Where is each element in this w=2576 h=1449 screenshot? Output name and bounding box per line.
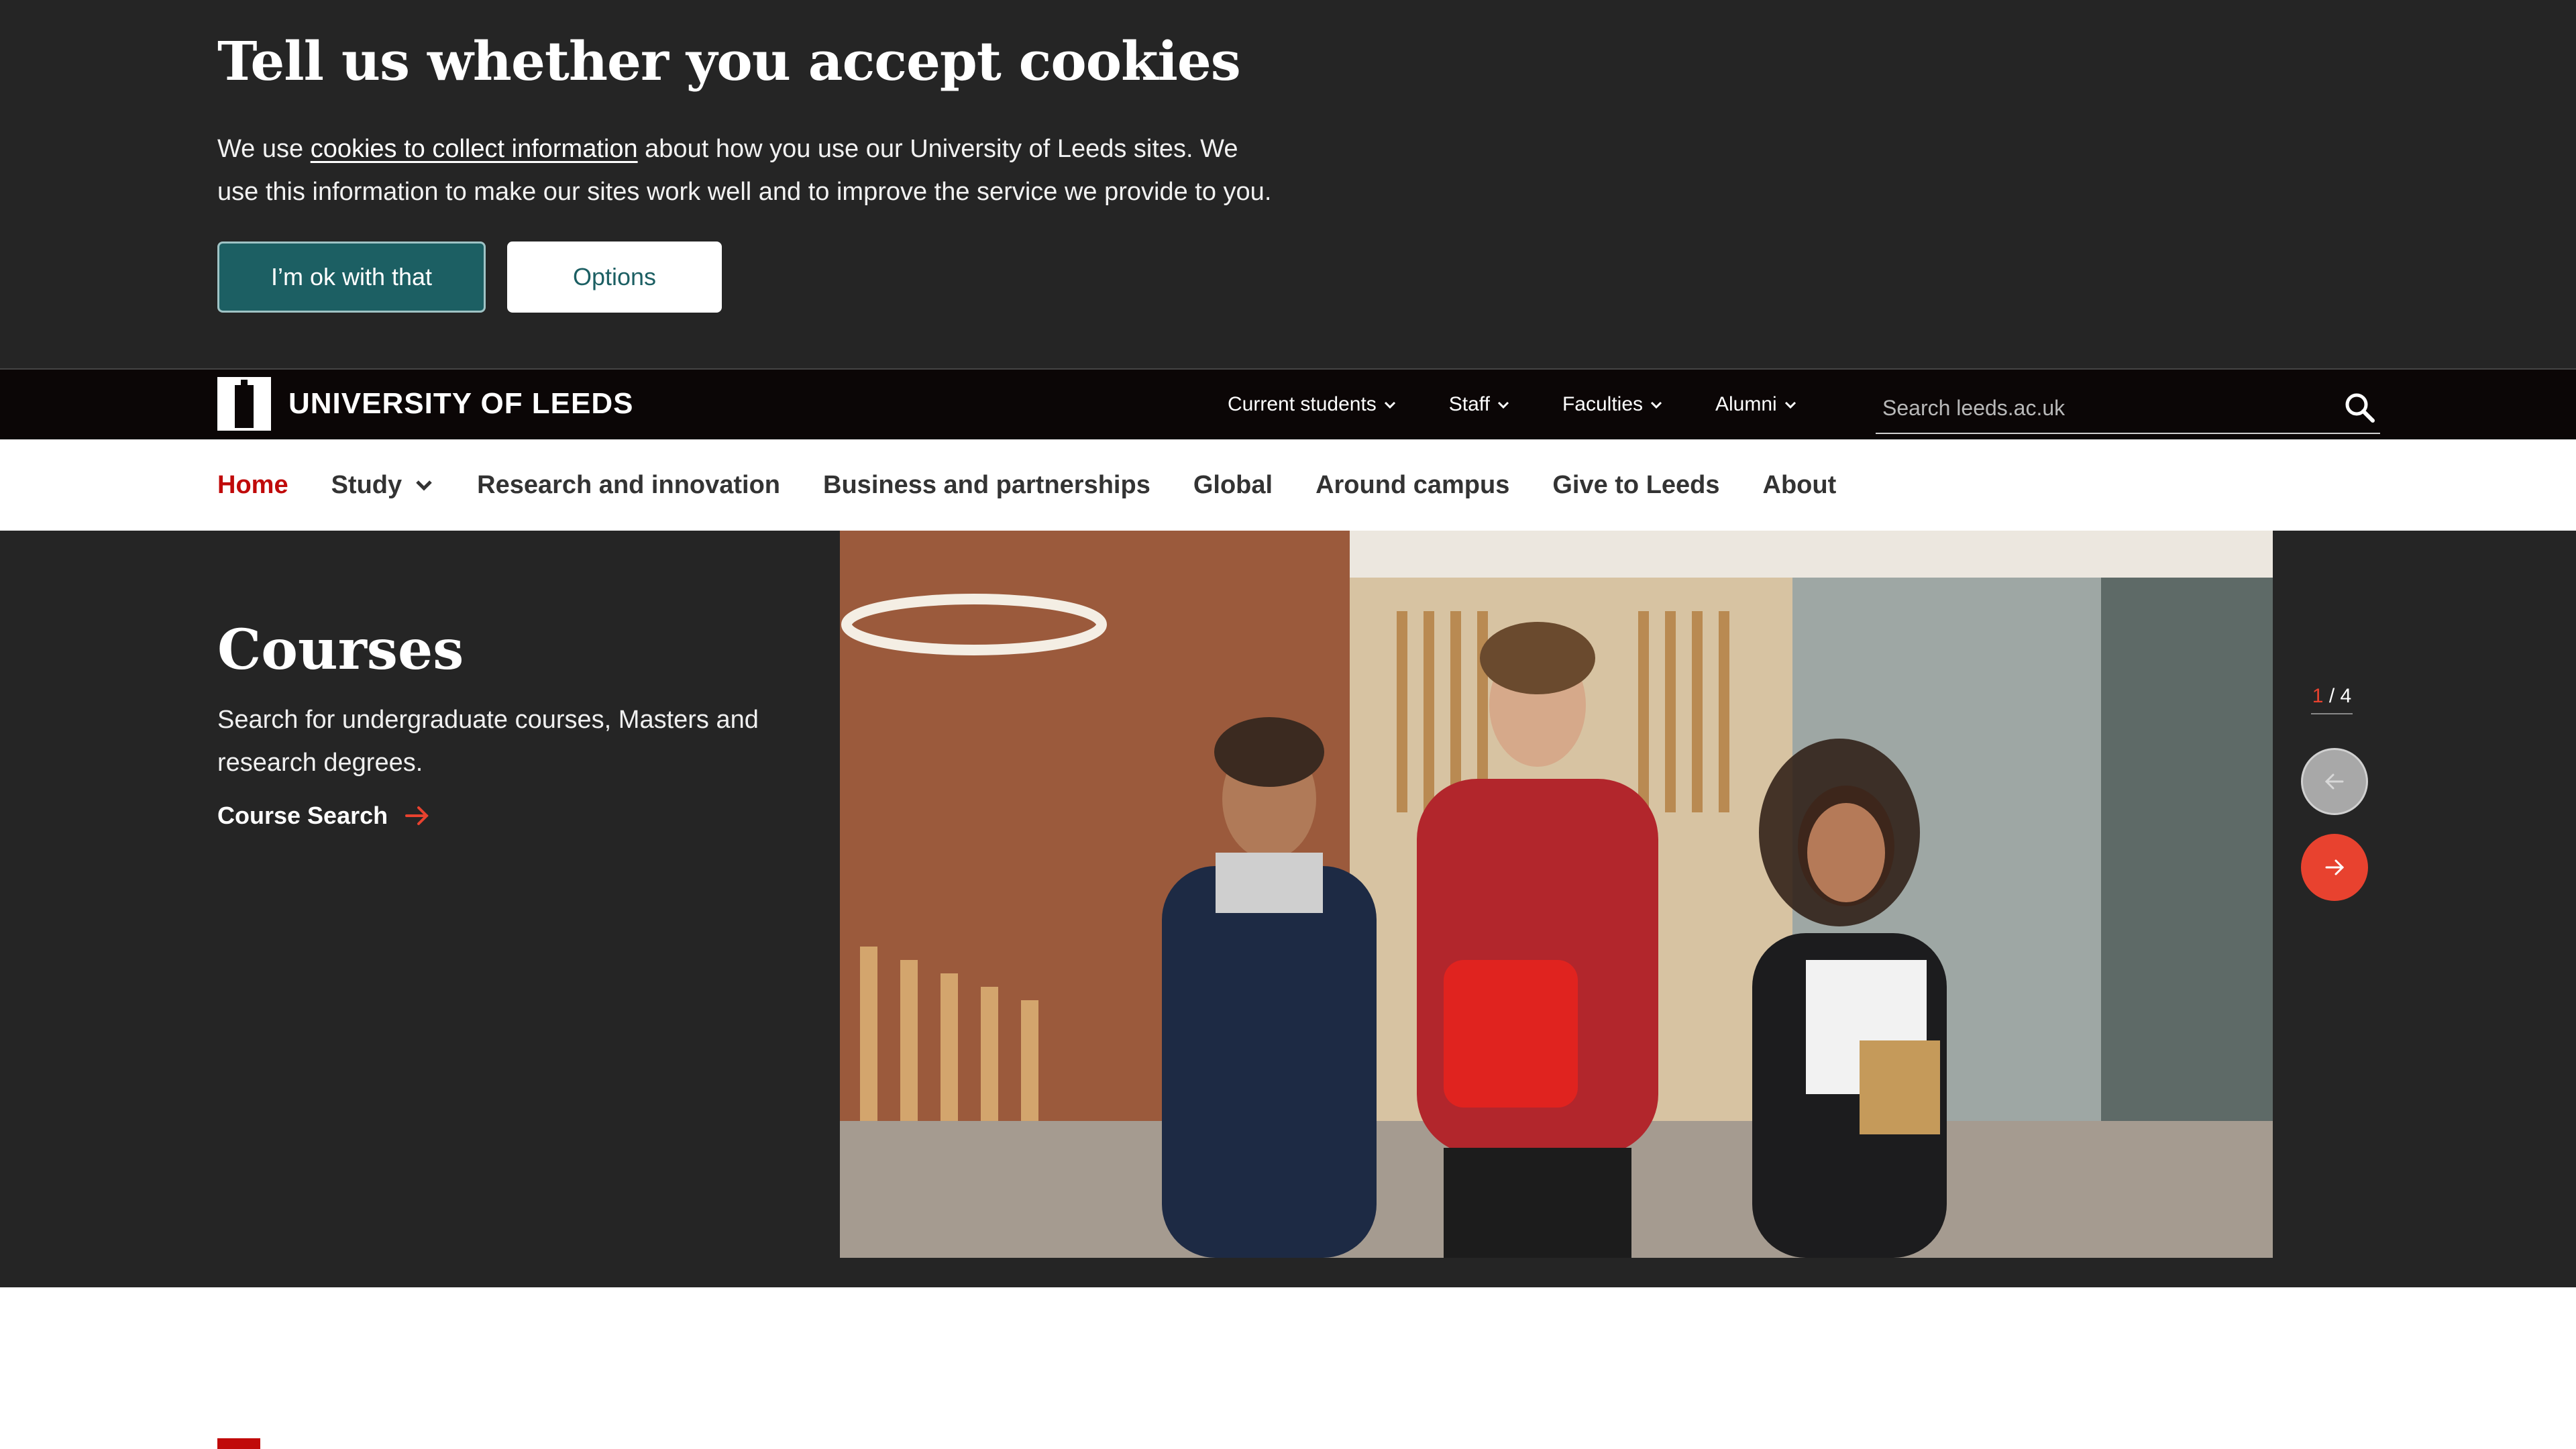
main-nav-list: Home Study Research and innovation Busin…	[217, 439, 1836, 531]
utility-item-label: Staff	[1448, 393, 1490, 415]
hero-title: Courses	[217, 618, 464, 682]
hero-description: Search for undergraduate courses, Master…	[217, 706, 759, 777]
utility-item-staff[interactable]: Staff	[1449, 393, 1510, 416]
logo-text: UNIVERSITY OF LEEDS	[288, 387, 634, 420]
utility-item-alumni[interactable]: Alumni	[1715, 393, 1797, 416]
nav-item-global[interactable]: Global	[1193, 471, 1273, 500]
cookie-banner: Tell us whether you accept cookies We us…	[0, 0, 2576, 368]
search-input[interactable]	[1876, 388, 2340, 428]
carousel-next-button[interactable]	[2301, 834, 2368, 901]
accept-cookies-button[interactable]: I’m ok with that	[217, 241, 486, 313]
course-search-label: Course Search	[217, 802, 388, 829]
chevron-down-icon	[1650, 401, 1662, 409]
nav-item-business[interactable]: Business and partnerships	[823, 471, 1150, 500]
cookie-banner-title: Tell us whether you accept cookies	[217, 30, 1241, 93]
pager-current: 1	[2312, 685, 2324, 707]
chevron-down-icon	[1384, 401, 1395, 409]
nav-item-about[interactable]: About	[1763, 471, 1837, 500]
arrow-right-icon	[2325, 859, 2345, 875]
utility-nav: Current students Staff Faculties Alumni	[1228, 370, 1797, 439]
utility-item-faculties[interactable]: Faculties	[1562, 393, 1663, 416]
search-button[interactable]	[2340, 388, 2380, 428]
carousel-prev-button[interactable]	[2301, 748, 2368, 815]
hero-image-students	[840, 531, 2273, 1258]
university-logo[interactable]: UNIVERSITY OF LEEDS	[217, 376, 634, 431]
carousel-pager: 1 / 4	[2311, 685, 2353, 714]
cookie-text-before: We use	[217, 135, 311, 163]
main-nav: Home Study Research and innovation Busin…	[0, 439, 2576, 531]
hero-carousel: Courses Search for undergraduate courses…	[0, 531, 2576, 1287]
nav-item-give[interactable]: Give to Leeds	[1552, 471, 1719, 500]
utility-item-label: Current students	[1228, 393, 1377, 415]
nav-item-home[interactable]: Home	[217, 471, 288, 500]
search-icon	[2345, 393, 2375, 423]
site-header: UNIVERSITY OF LEEDS Current students Sta…	[0, 368, 2576, 439]
arrow-left-icon	[2324, 773, 2344, 790]
pager-separator: /	[2328, 685, 2335, 707]
section-accent-bar	[217, 1438, 260, 1449]
page: Tell us whether you accept cookies We us…	[0, 0, 2576, 1449]
nav-item-study[interactable]: Study	[331, 471, 435, 500]
chevron-down-icon	[1784, 401, 1796, 409]
cookie-options-button[interactable]: Options	[507, 241, 722, 313]
nav-item-label: Study	[331, 470, 402, 499]
pager-total: 4	[2340, 685, 2352, 707]
nav-item-research[interactable]: Research and innovation	[477, 471, 780, 500]
arrow-right-icon	[405, 806, 429, 825]
parkinson-tower-icon	[217, 377, 271, 431]
cookie-banner-text: We use cookies to collect information ab…	[217, 127, 1277, 213]
utility-item-label: Alumni	[1715, 393, 1777, 415]
chevron-down-icon	[416, 480, 432, 491]
utility-item-current-students[interactable]: Current students	[1228, 393, 1397, 416]
chevron-down-icon	[1497, 401, 1509, 409]
site-search	[1876, 383, 2380, 434]
utility-item-label: Faculties	[1562, 393, 1643, 415]
cookies-info-link[interactable]: cookies to collect information	[311, 135, 638, 163]
nav-item-around-campus[interactable]: Around campus	[1316, 471, 1509, 500]
students-photo	[840, 531, 2273, 1258]
course-search-link[interactable]: Course Search	[217, 802, 431, 830]
